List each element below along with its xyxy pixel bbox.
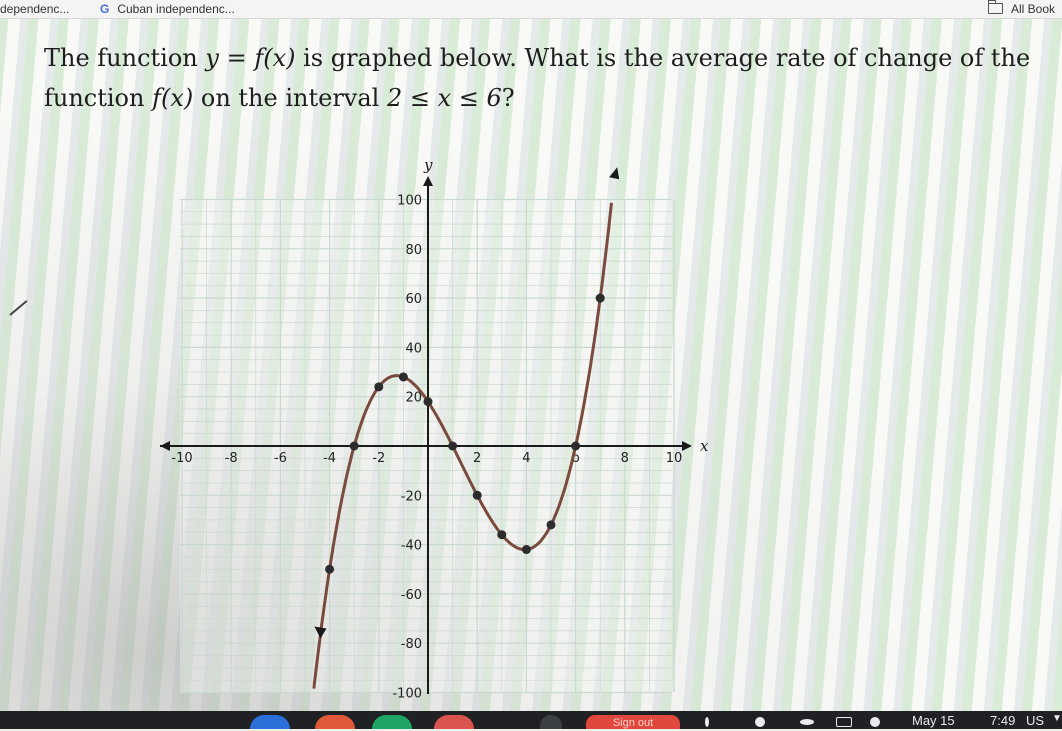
curve-point [398,372,408,382]
x-tick-label: -10 [171,451,192,466]
curve-point [595,293,605,303]
y-tick-label: -60 [401,588,422,603]
y-tick-label: 40 [405,341,422,356]
y-tick-label: -100 [392,687,422,702]
x-tick-label: -8 [225,451,238,466]
y-tick-label: 100 [397,194,422,209]
x-tick-label: 4 [522,451,530,466]
x-tick-label: -6 [274,451,287,466]
x-tick-label: -4 [323,451,336,466]
y-axis-label: y [423,156,433,174]
date-label: May 15 [912,713,955,728]
curve-point [497,530,507,540]
notification-icon[interactable] [755,717,765,727]
key-icon[interactable] [800,719,814,725]
app-icon-2[interactable] [315,715,355,729]
curve-point [571,441,581,451]
curve-point [374,382,384,392]
x-tick-label: 10 [666,451,683,466]
curve-point [325,564,335,574]
curve-point [521,545,531,555]
time-label: 7:49 [990,713,1016,728]
curve-point [546,520,556,530]
y-tick-label: 80 [405,243,422,258]
x-tick-label: 2 [473,451,481,466]
y-tick-label: -80 [401,637,422,652]
app-icon-1[interactable] [250,715,290,729]
app-icon-5[interactable] [540,715,562,729]
curve-point [448,441,458,451]
app-icon-3[interactable] [372,715,412,729]
curve-point [472,490,482,500]
x-tick-label: 8 [621,451,629,466]
y-tick-label: -40 [401,539,422,554]
x-tick-label: -2 [372,451,385,466]
wifi-icon[interactable]: ▼ [1052,713,1062,724]
y-axis-arrow-up [423,176,433,186]
function-graph: xy-10 -8 -6 -4 -2 2 4 b 8 10-100-80-60-40-2020406… [160,156,709,702]
curve-arrow-up [609,167,620,180]
y-tick-label: 60 [405,292,422,307]
taskbar: Sign out May 15 7:49 US ▼ [0,711,1062,729]
account-icon[interactable] [870,717,880,727]
locale-label: US [1026,713,1045,728]
sign-out-button[interactable]: Sign out [586,715,680,729]
app-icon-4[interactable] [434,715,474,729]
y-tick-label: 20 [405,391,422,406]
screen-icon[interactable] [836,717,852,727]
microphone-icon[interactable] [705,717,709,727]
curve-point [423,397,433,407]
x-axis-arrow-left [160,441,170,451]
curve-point [349,441,359,451]
y-tick-label: -20 [401,489,422,504]
x-axis-label: x [700,437,709,455]
x-axis-arrow-right [682,441,692,451]
